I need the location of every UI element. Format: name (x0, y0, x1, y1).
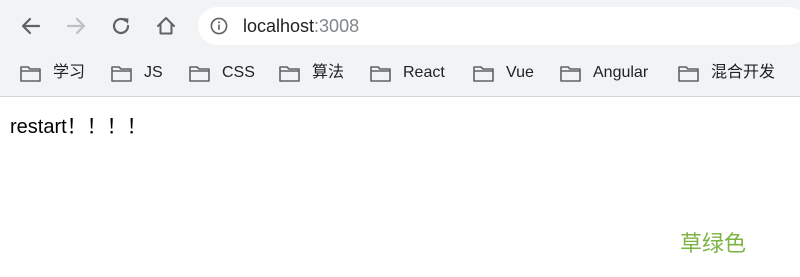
bookmark-label: Vue (506, 64, 534, 81)
bookmark-label: React (403, 64, 445, 81)
bookmark-label: 算法 (312, 64, 345, 81)
folder-icon (279, 65, 300, 82)
url-text[interactable]: localhost:3008 (243, 16, 359, 36)
page-content: restart！！！！ 草绿色 (0, 97, 800, 277)
folder-icon (189, 65, 210, 82)
bookmarks-bar: 学习 JS CSS 算法 React Vue Angular 混合开发 (0, 54, 800, 92)
bookmark-label: CSS (222, 64, 255, 81)
bookmark-folder-angular[interactable]: Angular (560, 61, 648, 85)
back-button[interactable] (16, 11, 46, 41)
bookmark-label: 混合开发 (711, 64, 776, 81)
home-button[interactable] (151, 11, 181, 41)
url-host: localhost (243, 16, 315, 36)
bookmark-label: JS (144, 64, 163, 81)
folder-icon (473, 65, 494, 82)
folder-icon (560, 65, 581, 82)
bookmark-folder-study[interactable]: 学习 (20, 61, 85, 85)
address-bar[interactable]: localhost:3008 (198, 7, 800, 45)
arrow-right-icon (66, 17, 86, 35)
folder-icon (678, 65, 699, 82)
browser-chrome: localhost:3008 学习 JS CSS 算法 React Vue An… (0, 0, 800, 97)
bookmark-label: Angular (593, 64, 649, 81)
folder-icon (111, 65, 132, 82)
folder-icon (370, 65, 391, 82)
reload-icon (112, 17, 130, 35)
bookmark-folder-hybrid-dev[interactable]: 混合开发 (678, 61, 775, 85)
info-icon[interactable] (210, 17, 228, 35)
reload-button[interactable] (106, 11, 136, 41)
green-color-text: 草绿色 (680, 231, 747, 256)
arrow-left-icon (21, 17, 41, 35)
restart-message: restart！！！！ (10, 116, 147, 138)
navigation-bar: localhost:3008 (0, 0, 800, 52)
home-icon (157, 17, 175, 35)
url-port: :3008 (314, 16, 360, 36)
bookmark-folder-js[interactable]: JS (111, 61, 163, 85)
bookmark-label: 学习 (53, 64, 86, 81)
folder-icon (20, 65, 41, 82)
bookmark-folder-css[interactable]: CSS (189, 61, 255, 85)
forward-button[interactable] (61, 11, 91, 41)
bookmark-folder-react[interactable]: React (370, 61, 445, 85)
bookmark-folder-algorithms[interactable]: 算法 (279, 61, 344, 85)
bookmark-folder-vue[interactable]: Vue (473, 61, 534, 85)
